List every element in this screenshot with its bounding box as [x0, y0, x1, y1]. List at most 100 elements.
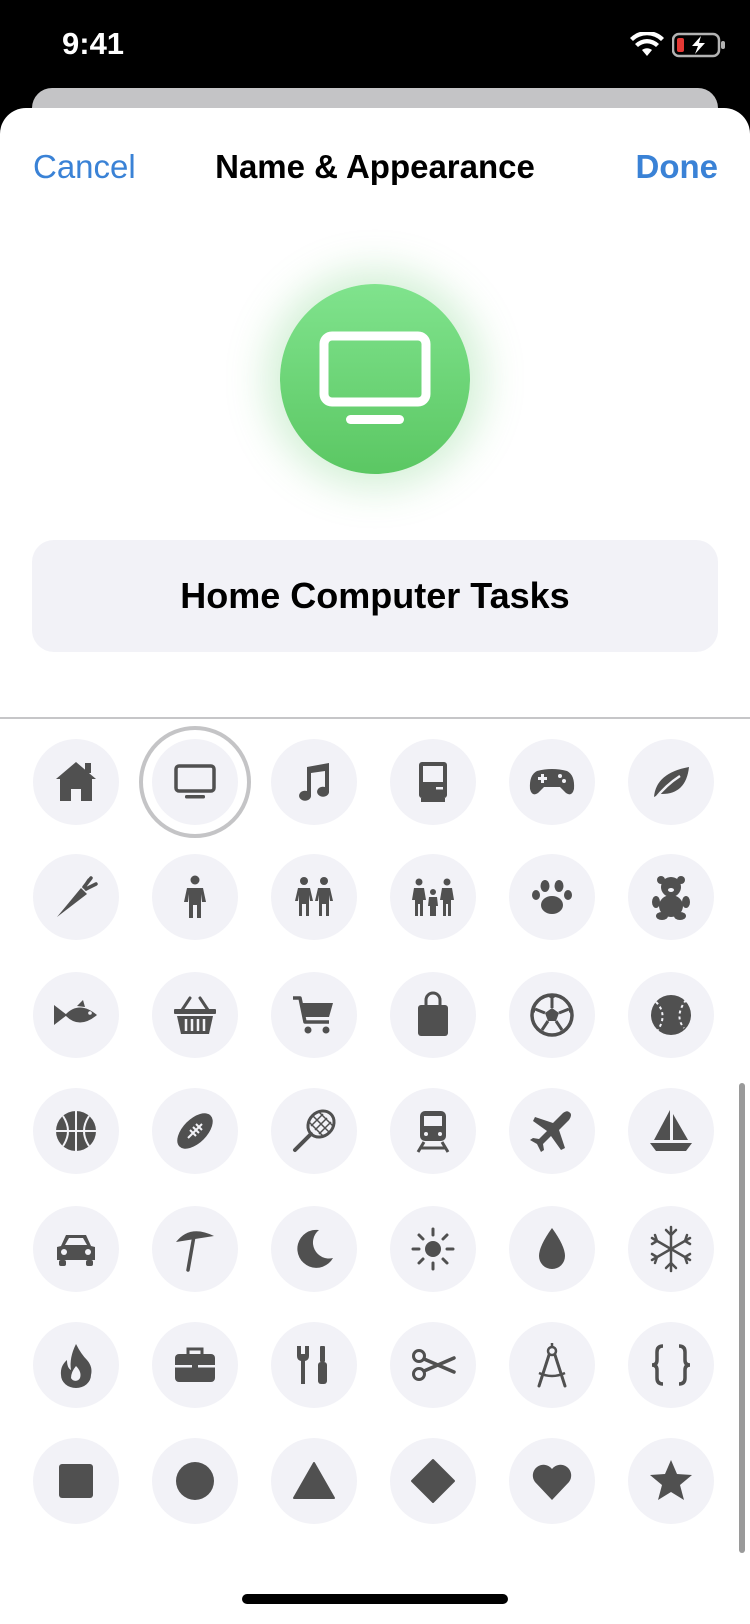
icon-option-soccer-ball[interactable]: [509, 972, 595, 1058]
two-people-icon: [295, 877, 333, 916]
diamond-icon: [411, 1459, 455, 1503]
icon-option-flame[interactable]: [33, 1322, 119, 1408]
moon-icon: [297, 1229, 333, 1268]
icon-option-teddy-bear[interactable]: [628, 854, 714, 940]
sun-icon: [411, 1227, 455, 1271]
icon-option-diamond[interactable]: [390, 1438, 476, 1524]
tennis-racket-icon: [293, 1109, 336, 1152]
football-icon: [177, 1113, 213, 1149]
name-appearance-sheet: Name & Appearance Cancel Done Home Compu…: [0, 108, 750, 1624]
icon-option-leaf[interactable]: [628, 739, 714, 825]
icon-option-sun[interactable]: [390, 1206, 476, 1292]
icon-option-basket[interactable]: [152, 972, 238, 1058]
briefcase-icon: [175, 1347, 215, 1382]
family-icon: [412, 878, 454, 916]
desktop-computer-icon: [174, 764, 216, 799]
list-name-value: Home Computer Tasks: [180, 575, 570, 616]
icon-option-car[interactable]: [33, 1206, 119, 1292]
star-icon: [650, 1460, 692, 1500]
cancel-button[interactable]: Cancel: [33, 148, 136, 186]
icon-option-train[interactable]: [390, 1088, 476, 1174]
nav-bar: Name & Appearance Cancel Done: [0, 108, 750, 208]
shopping-cart-icon: [293, 996, 333, 1034]
icon-option-music-note[interactable]: [271, 739, 357, 825]
battery-icon: [672, 32, 725, 58]
status-time: 9:41: [62, 26, 125, 61]
icon-option-snowflake[interactable]: [628, 1206, 714, 1292]
icon-option-moon[interactable]: [271, 1206, 357, 1292]
icon-picker-grid: [0, 720, 750, 1620]
icon-option-briefcase[interactable]: [152, 1322, 238, 1408]
icon-option-drop[interactable]: [509, 1206, 595, 1292]
icon-option-desktop-computer[interactable]: [152, 739, 238, 825]
music-note-icon: [299, 763, 330, 801]
scissors-icon: [412, 1349, 456, 1381]
braces-icon: [651, 1344, 691, 1386]
compass-icon: [537, 1343, 567, 1388]
desktop-computer-icon: [319, 331, 431, 424]
person-icon: [184, 875, 206, 918]
divider: [0, 717, 750, 719]
icon-option-carrot[interactable]: [33, 854, 119, 940]
train-icon: [416, 1111, 450, 1153]
home-indicator[interactable]: [242, 1594, 508, 1604]
icon-option-airplane[interactable]: [509, 1088, 595, 1174]
icon-option-heart[interactable]: [509, 1438, 595, 1524]
shopping-bag-icon: [418, 991, 448, 1036]
list-name-field[interactable]: Home Computer Tasks: [32, 540, 718, 652]
icon-option-person[interactable]: [152, 854, 238, 940]
wifi-icon: [630, 32, 664, 56]
icon-option-shopping-cart[interactable]: [271, 972, 357, 1058]
list-icon-preview: [280, 284, 470, 474]
leaf-icon: [654, 767, 689, 800]
drop-icon: [539, 1228, 565, 1269]
basket-icon: [174, 996, 216, 1034]
icon-option-baseball[interactable]: [628, 972, 714, 1058]
snowflake-icon: [650, 1225, 692, 1273]
icon-option-house[interactable]: [33, 739, 119, 825]
icon-option-paw[interactable]: [509, 854, 595, 940]
icon-option-beach-umbrella[interactable]: [152, 1206, 238, 1292]
icon-option-classic-computer[interactable]: [390, 739, 476, 825]
basketball-icon: [56, 1111, 96, 1151]
tools-icon: [297, 1346, 327, 1384]
icon-option-shopping-bag[interactable]: [390, 972, 476, 1058]
circle-icon: [176, 1462, 214, 1500]
icon-option-tools[interactable]: [271, 1322, 357, 1408]
baseball-icon: [651, 995, 691, 1035]
icon-option-fish[interactable]: [33, 972, 119, 1058]
fish-icon: [54, 1000, 97, 1025]
done-button[interactable]: Done: [636, 148, 719, 186]
icon-option-sailboat[interactable]: [628, 1088, 714, 1174]
paw-icon: [532, 880, 572, 914]
airplane-icon: [530, 1111, 571, 1152]
heart-icon: [532, 1464, 572, 1500]
icon-option-tennis-racket[interactable]: [271, 1088, 357, 1174]
icon-option-star[interactable]: [628, 1438, 714, 1524]
icon-option-football[interactable]: [152, 1088, 238, 1174]
house-icon: [56, 762, 96, 801]
triangle-icon: [293, 1462, 335, 1499]
square-icon: [59, 1464, 93, 1498]
classic-computer-icon: [419, 762, 447, 802]
teddy-bear-icon: [652, 876, 690, 920]
icon-option-game-controller[interactable]: [509, 739, 595, 825]
icon-option-triangle[interactable]: [271, 1438, 357, 1524]
icon-option-braces[interactable]: [628, 1322, 714, 1408]
icon-option-circle[interactable]: [152, 1438, 238, 1524]
beach-umbrella-icon: [176, 1231, 214, 1272]
car-icon: [57, 1235, 95, 1266]
icon-option-basketball[interactable]: [33, 1088, 119, 1174]
icon-option-scissors[interactable]: [390, 1322, 476, 1408]
icon-option-family[interactable]: [390, 854, 476, 940]
flame-icon: [60, 1344, 92, 1388]
status-bar: 9:41: [0, 0, 750, 96]
icon-option-compass[interactable]: [509, 1322, 595, 1408]
icon-option-square[interactable]: [33, 1438, 119, 1524]
scrollbar[interactable]: [739, 1083, 745, 1553]
carrot-icon: [57, 876, 98, 917]
icon-option-two-people[interactable]: [271, 854, 357, 940]
soccer-ball-icon: [530, 993, 574, 1037]
sailboat-icon: [650, 1110, 692, 1151]
game-controller-icon: [529, 769, 575, 795]
